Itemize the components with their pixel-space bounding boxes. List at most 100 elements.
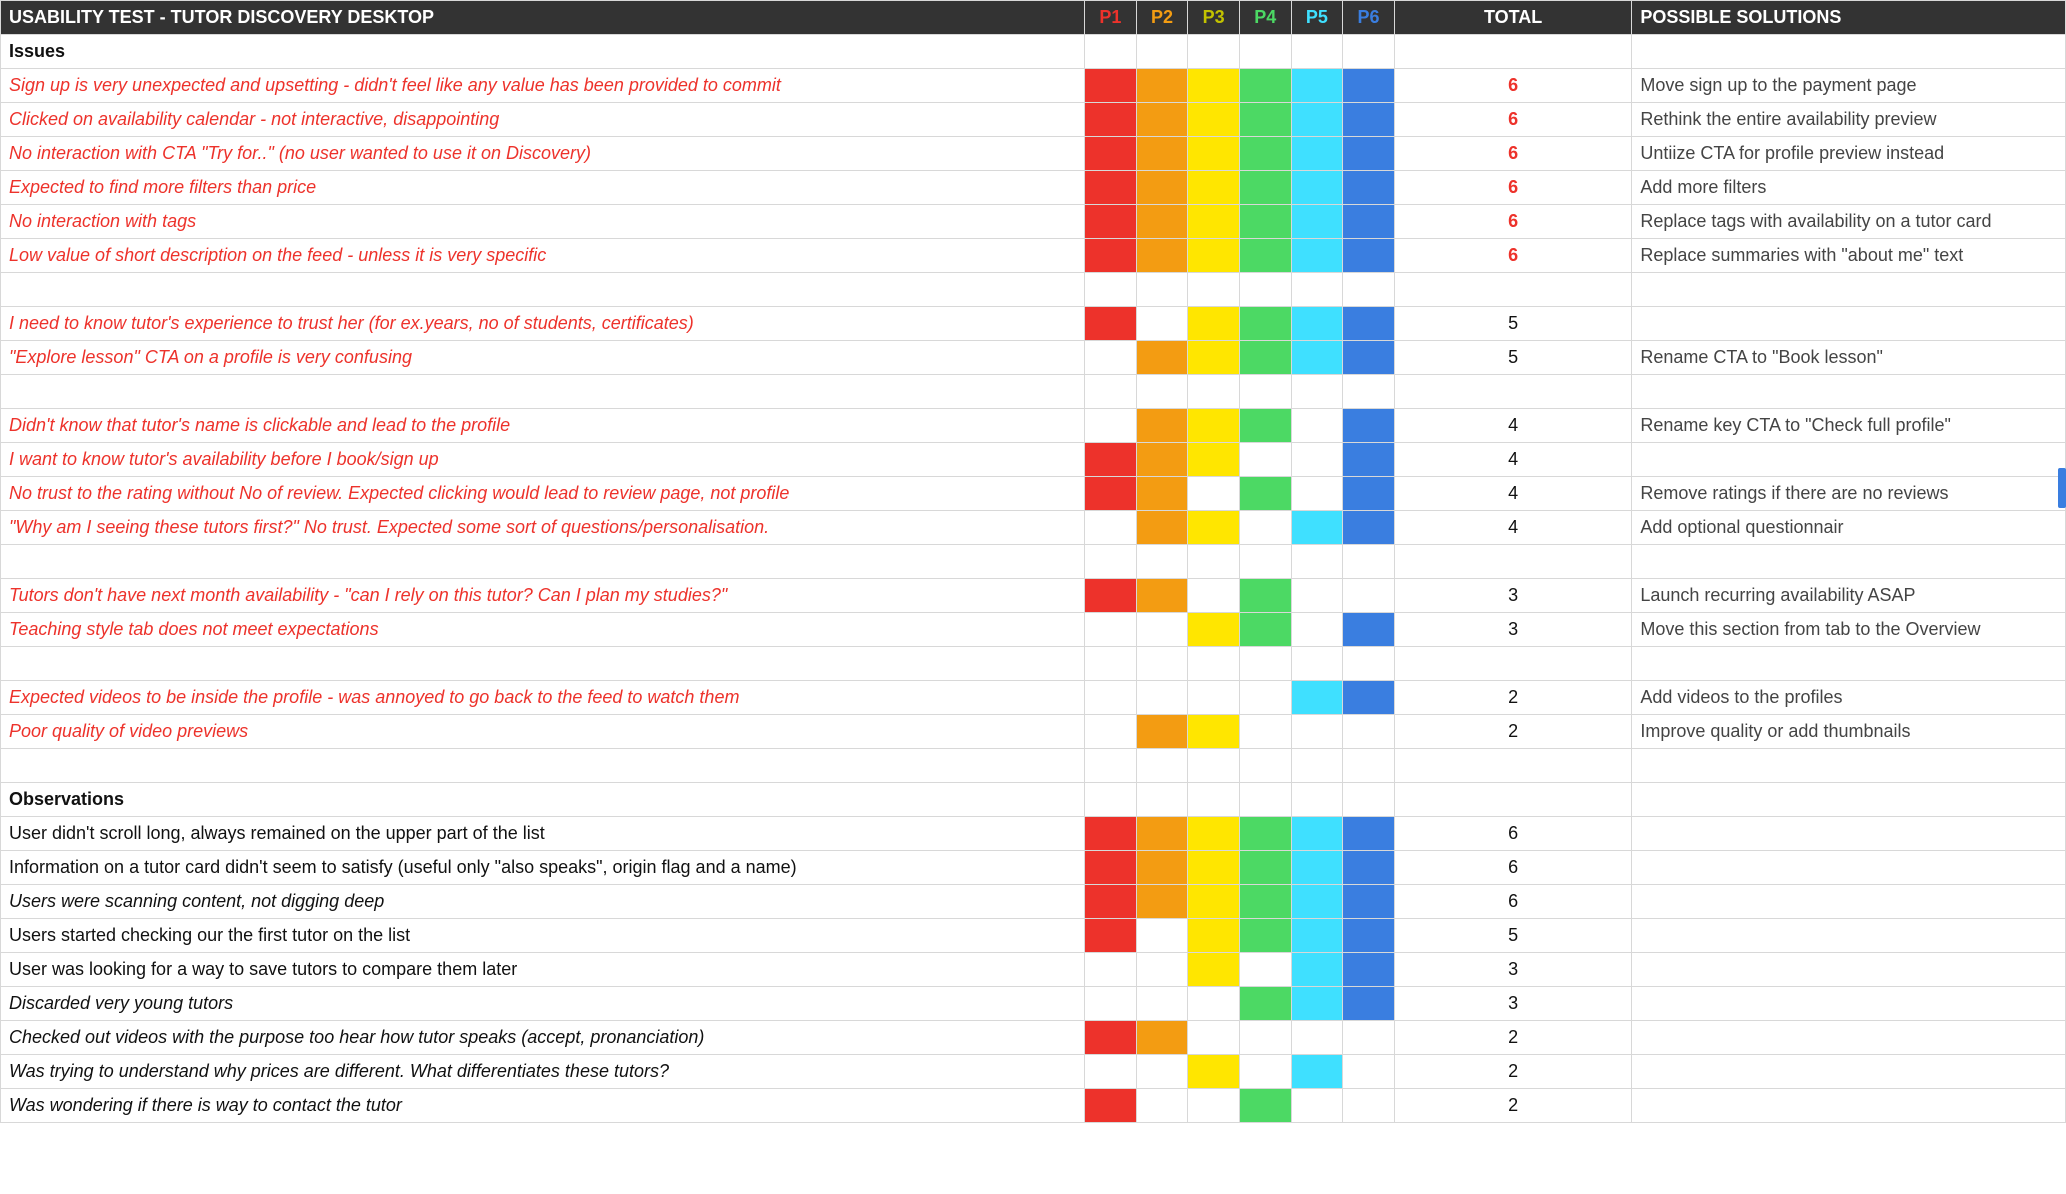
participant-cell-p2[interactable] [1136, 1021, 1188, 1055]
participant-cell-p2[interactable] [1136, 477, 1188, 511]
participant-cell-p6[interactable] [1343, 205, 1395, 239]
participant-cell-p6[interactable] [1343, 919, 1395, 953]
participant-cell-p4[interactable] [1240, 477, 1292, 511]
total-cell[interactable]: 6 [1394, 239, 1631, 273]
participant-cell-p5[interactable] [1291, 1021, 1343, 1055]
participant-cell-p1[interactable] [1085, 851, 1137, 885]
total-cell[interactable]: 5 [1394, 307, 1631, 341]
participant-cell-p1[interactable] [1085, 817, 1137, 851]
table-row[interactable]: Expected videos to be inside the profile… [1, 681, 2066, 715]
issue-description[interactable]: I need to know tutor's experience to tru… [1, 307, 1085, 341]
total-cell[interactable]: 5 [1394, 919, 1631, 953]
issue-description[interactable]: "Explore lesson" CTA on a profile is ver… [1, 341, 1085, 375]
issue-description[interactable]: Expected videos to be inside the profile… [1, 681, 1085, 715]
participant-cell-p1[interactable] [1085, 1089, 1137, 1123]
participant-cell-p1[interactable] [1085, 409, 1137, 443]
solution-cell[interactable]: Remove ratings if there are no reviews [1632, 477, 2066, 511]
participant-cell-p1[interactable] [1085, 511, 1137, 545]
participant-cell-p5[interactable] [1291, 103, 1343, 137]
participant-cell-p1[interactable] [1085, 987, 1137, 1021]
participant-cell-p3[interactable] [1188, 69, 1240, 103]
participant-cell-p2[interactable] [1136, 1055, 1188, 1089]
participant-cell-p3[interactable] [1188, 409, 1240, 443]
participant-cell-p6[interactable] [1343, 579, 1395, 613]
participant-cell-p4[interactable] [1240, 1055, 1292, 1089]
participant-cell-p2[interactable] [1136, 443, 1188, 477]
participant-cell-p1[interactable] [1085, 341, 1137, 375]
table-row[interactable]: I want to know tutor's availability befo… [1, 443, 2066, 477]
participant-cell-p4[interactable] [1240, 341, 1292, 375]
solution-cell[interactable]: Replace summaries with "about me" text [1632, 239, 2066, 273]
participant-cell-p6[interactable] [1343, 69, 1395, 103]
solution-cell[interactable] [1632, 443, 2066, 477]
participant-cell-p3[interactable] [1188, 987, 1240, 1021]
observation-description[interactable]: Was trying to understand why prices are … [1, 1055, 1085, 1089]
solution-cell[interactable] [1632, 1089, 2066, 1123]
participant-cell-p4[interactable] [1240, 715, 1292, 749]
solution-cell[interactable] [1632, 1055, 2066, 1089]
participant-cell-p5[interactable] [1291, 239, 1343, 273]
participant-cell-p5[interactable] [1291, 171, 1343, 205]
participant-cell-p3[interactable] [1188, 817, 1240, 851]
participant-cell-p4[interactable] [1240, 171, 1292, 205]
participant-cell-p5[interactable] [1291, 511, 1343, 545]
issue-description[interactable]: Didn't know that tutor's name is clickab… [1, 409, 1085, 443]
issue-description[interactable]: No interaction with tags [1, 205, 1085, 239]
participant-cell-p1[interactable] [1085, 205, 1137, 239]
observation-description[interactable]: User didn't scroll long, always remained… [1, 817, 1085, 851]
participant-cell-p3[interactable] [1188, 613, 1240, 647]
participant-cell-p6[interactable] [1343, 885, 1395, 919]
table-row[interactable]: Teaching style tab does not meet expecta… [1, 613, 2066, 647]
participant-cell-p2[interactable] [1136, 851, 1188, 885]
participant-cell-p2[interactable] [1136, 511, 1188, 545]
participant-cell-p1[interactable] [1085, 681, 1137, 715]
participant-cell-p6[interactable] [1343, 477, 1395, 511]
participant-cell-p2[interactable] [1136, 409, 1188, 443]
participant-cell-p6[interactable] [1343, 1089, 1395, 1123]
participant-cell-p2[interactable] [1136, 681, 1188, 715]
participant-cell-p3[interactable] [1188, 307, 1240, 341]
total-cell[interactable]: 6 [1394, 171, 1631, 205]
table-row[interactable]: "Explore lesson" CTA on a profile is ver… [1, 341, 2066, 375]
participant-cell-p3[interactable] [1188, 579, 1240, 613]
participant-cell-p1[interactable] [1085, 1055, 1137, 1089]
participant-cell-p6[interactable] [1343, 137, 1395, 171]
participant-cell-p6[interactable] [1343, 1021, 1395, 1055]
table-row[interactable]: Poor quality of video previews2Improve q… [1, 715, 2066, 749]
table-row[interactable]: I need to know tutor's experience to tru… [1, 307, 2066, 341]
participant-cell-p1[interactable] [1085, 443, 1137, 477]
table-row[interactable]: Observations [1, 783, 2066, 817]
table-row[interactable]: Users started checking our the first tut… [1, 919, 2066, 953]
participant-cell-p5[interactable] [1291, 443, 1343, 477]
total-cell[interactable]: 6 [1394, 205, 1631, 239]
participant-cell-p3[interactable] [1188, 681, 1240, 715]
table-row[interactable]: Discarded very young tutors3 [1, 987, 2066, 1021]
total-cell[interactable]: 5 [1394, 341, 1631, 375]
participant-cell-p2[interactable] [1136, 239, 1188, 273]
solution-cell[interactable] [1632, 885, 2066, 919]
participant-cell-p5[interactable] [1291, 817, 1343, 851]
observation-description[interactable]: Users started checking our the first tut… [1, 919, 1085, 953]
participant-cell-p3[interactable] [1188, 953, 1240, 987]
total-cell[interactable]: 4 [1394, 511, 1631, 545]
solution-cell[interactable]: Replace tags with availability on a tuto… [1632, 205, 2066, 239]
participant-cell-p1[interactable] [1085, 953, 1137, 987]
issue-description[interactable]: Clicked on availability calendar - not i… [1, 103, 1085, 137]
table-row[interactable]: No trust to the rating without No of rev… [1, 477, 2066, 511]
table-row[interactable]: Was wondering if there is way to contact… [1, 1089, 2066, 1123]
participant-cell-p2[interactable] [1136, 613, 1188, 647]
table-row[interactable]: Users were scanning content, not digging… [1, 885, 2066, 919]
solution-cell[interactable] [1632, 987, 2066, 1021]
participant-cell-p5[interactable] [1291, 715, 1343, 749]
table-row[interactable]: Didn't know that tutor's name is clickab… [1, 409, 2066, 443]
participant-cell-p6[interactable] [1343, 1055, 1395, 1089]
solution-cell[interactable]: Improve quality or add thumbnails [1632, 715, 2066, 749]
total-cell[interactable]: 6 [1394, 885, 1631, 919]
issue-description[interactable]: No interaction with CTA "Try for.." (no … [1, 137, 1085, 171]
participant-cell-p3[interactable] [1188, 1089, 1240, 1123]
participant-cell-p5[interactable] [1291, 885, 1343, 919]
participant-cell-p3[interactable] [1188, 885, 1240, 919]
participant-cell-p4[interactable] [1240, 851, 1292, 885]
participant-cell-p5[interactable] [1291, 409, 1343, 443]
total-cell[interactable]: 3 [1394, 613, 1631, 647]
